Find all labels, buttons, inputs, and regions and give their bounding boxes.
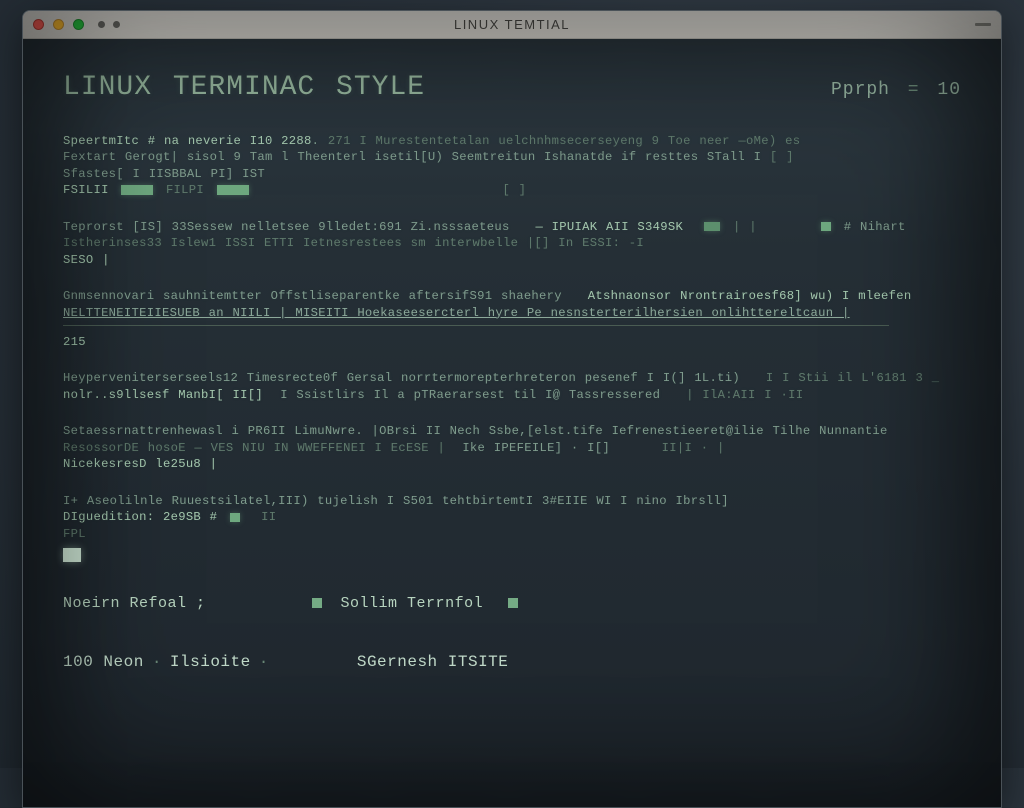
text: — IPUIAK AII S349SK — [535, 220, 683, 234]
separator-icon: · — [152, 653, 162, 671]
output-line: SESO | — [63, 252, 961, 268]
divider — [63, 325, 889, 326]
text: SpeertmItc # na neverie I10 2288 — [63, 134, 312, 148]
output-block: SpeertmItc # na neverie I10 2288. 271 I … — [63, 133, 961, 199]
page-title: LINUX TERMINAC STYLE — [63, 69, 425, 107]
output-line: Istherinses33 Islew1 ISSI ETTI Ietnesres… — [63, 235, 961, 251]
footer-left: Noeirn Refoal ; — [63, 594, 206, 614]
output-line: ResossorDE hosoE — VES NIU IN WWEFFENEI … — [63, 440, 961, 456]
progress-bar-icon — [121, 185, 153, 195]
chip-icon — [312, 598, 322, 608]
text: Istherinses33 Islew1 ISSI ETTI Ietnesres… — [63, 236, 644, 250]
output-line: Teprorst [IS] 33Sessew nelletsee 9lledet… — [63, 219, 961, 235]
output-line: NicekesresD le25u8 | — [63, 456, 961, 472]
text: I+ Aseolilnle Ruuestsilatel,III) tujelis… — [63, 494, 729, 508]
text: Ilsioite — [170, 653, 251, 671]
output-line: 215 — [63, 334, 961, 350]
text: Fextart Gerogt| sisol 9 Tam l Theenterl … — [63, 150, 761, 164]
text: [ ] — [770, 150, 794, 164]
pph-readout: Pprph = 10 — [831, 78, 961, 102]
text: Sfastes[ I IISBBAL PI] IST — [63, 167, 265, 181]
footer-action: SGernesh ITSITE — [357, 652, 509, 674]
progress-bar-icon — [217, 185, 249, 195]
equals-icon: = — [896, 80, 931, 100]
output-line: SpeertmItc # na neverie I10 2288. 271 I … — [63, 133, 961, 149]
output-line: Sfastes[ I IISBBAL PI] IST — [63, 166, 961, 182]
text: | IlA:AII I ·II — [686, 388, 803, 402]
text: Teprorst [IS] 33Sessew nelletsee 9lledet… — [63, 220, 510, 234]
window-title: LInux Temtial — [23, 17, 1001, 32]
footer-row-b: 100 Neon · Ilsioite · SGernesh ITSITE — [63, 652, 961, 674]
pph-label: Pprph — [831, 80, 890, 100]
terminal-content[interactable]: LINUX TERMINAC STYLE Pprph = 10 SpeertmI… — [23, 39, 1001, 694]
text: II — [261, 510, 276, 524]
pph-value: 10 — [937, 80, 961, 100]
output-line: Heyperveniterserseels12 Timesrecte0f Ger… — [63, 370, 961, 386]
text: SESO | — [63, 253, 110, 267]
text: 271 I Murestentetalan uelchnhmsecerseyen… — [328, 134, 800, 148]
cursor-line — [63, 542, 961, 567]
text: ResossorDE hosoE — VES NIU IN WWEFFENEI … — [63, 441, 445, 455]
output-line: nolr..s9llsesf ManbI[ II[] I Ssistlirs I… — [63, 387, 961, 403]
output-line: Gnmsennovari sauhnitemtter Offstlisepare… — [63, 288, 961, 304]
text: 215 — [63, 335, 86, 349]
text: Ike IPEFEILE] · I[] — [462, 441, 610, 455]
titlebar[interactable]: LInux Temtial — [23, 11, 1001, 39]
separator-icon: · — [259, 653, 269, 671]
text: I I Stii il L'6181 3 _ — [766, 371, 940, 385]
output-block: Gnmsennovari sauhnitemtter Offstlisepare… — [63, 288, 961, 350]
text: FILPI — [166, 183, 204, 197]
output-line: Fextart Gerogt| sisol 9 Tam l Theenterl … — [63, 149, 961, 165]
footer-status: 100 Neon · Ilsioite · — [63, 652, 277, 674]
output-block: Teprorst [IS] 33Sessew nelletsee 9lledet… — [63, 219, 961, 268]
text: FSILII — [63, 183, 109, 197]
terminal-window: LInux Temtial LINUX TERMINAC STYLE Pprph… — [22, 10, 1002, 808]
text: Sollim Terrnfol — [341, 595, 484, 612]
text: I Ssistlirs Il a pTRaerarsest til I@ Tas… — [280, 388, 660, 402]
output-block: Heyperveniterserseels12 Timesrecte0f Ger… — [63, 370, 961, 403]
text: NicekesresD le25u8 | — [63, 457, 217, 471]
progress-bar-icon — [230, 513, 240, 522]
output-line: Setaessrnattrenhewasl i PR6II LimuNwre. … — [63, 423, 961, 439]
output-line: I+ Aseolilnle Ruuestsilatel,III) tujelis… — [63, 493, 961, 509]
output-block: Setaessrnattrenhewasl i PR6II LimuNwre. … — [63, 423, 961, 472]
text: 100 Neon — [63, 653, 144, 671]
chip-icon — [508, 598, 518, 608]
text: # Nihart — [844, 220, 906, 234]
footer-right: Sollim Terrnfol — [306, 594, 519, 614]
output-line: FPL — [63, 526, 961, 542]
text: nolr..s9llsesf ManbI[ II[] — [63, 388, 263, 402]
progress-bar-icon — [704, 222, 720, 231]
text: Atshnaonsor Nrontrairoesf68] wu) I mleef… — [588, 289, 912, 303]
text: Gnmsennovari sauhnitemtter Offstlisepare… — [63, 289, 562, 303]
output-line: FSILII FILPI [ ] — [63, 182, 961, 198]
text: II|I · | — [662, 441, 725, 455]
text: Setaessrnattrenhewasl i PR6II LimuNwre. … — [63, 424, 888, 438]
output-block: I+ Aseolilnle Ruuestsilatel,III) tujelis… — [63, 493, 961, 568]
footer-row-a: Noeirn Refoal ; Sollim Terrnfol — [63, 594, 961, 614]
cursor-icon — [63, 548, 81, 562]
link-text[interactable]: NELTTENEITEIIESUEB an NIILI | MISEITI Ho… — [63, 306, 850, 320]
text: FPL — [63, 527, 86, 541]
progress-bar-icon — [821, 222, 831, 231]
output-line: DIguedition: 2e9SB # II — [63, 509, 961, 525]
output-line: NELTTENEITEIIESUEB an NIILI | MISEITI Ho… — [63, 305, 961, 321]
text: DIguedition: 2e9SB # — [63, 510, 217, 524]
header-row: LINUX TERMINAC STYLE Pprph = 10 — [63, 69, 961, 107]
text: Heyperveniterserseels12 Timesrecte0f Ger… — [63, 371, 740, 385]
